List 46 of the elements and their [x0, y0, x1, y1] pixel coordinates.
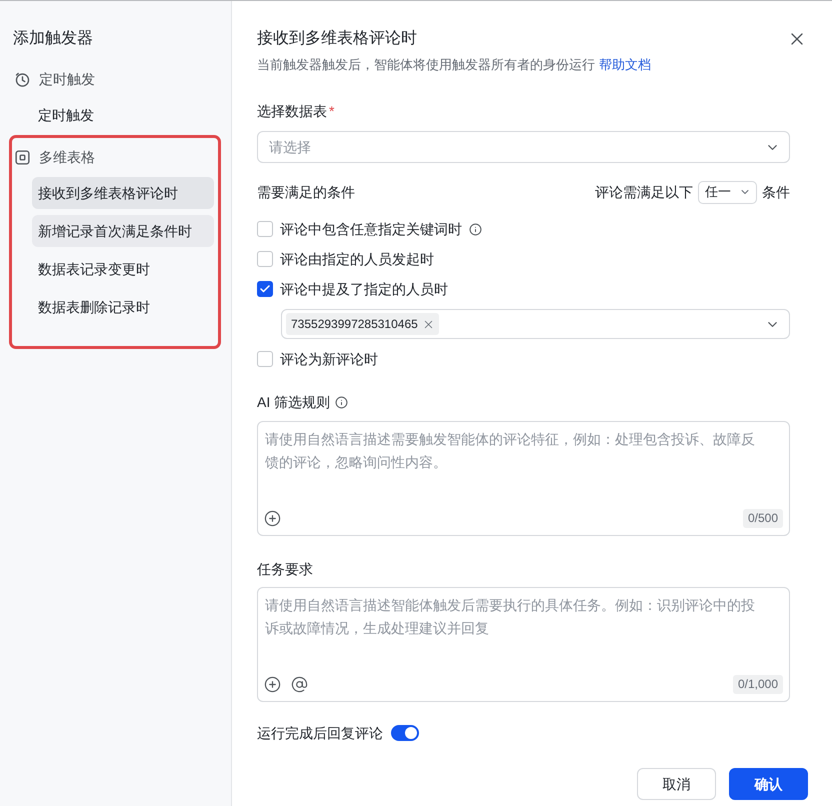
clock-icon [15, 72, 30, 86]
prompt-input[interactable]: 请使用自然语言描述需要触发智能体的评论特征，例如：处理包含投诉、故障反馈的评论，忽略询问性内容。 [258, 422, 789, 509]
checkbox[interactable] [257, 251, 273, 267]
checkbox[interactable] [257, 281, 273, 297]
checkbox[interactable] [257, 351, 273, 367]
group-label: 定时触发 [39, 70, 95, 89]
at-sign-icon[interactable] [291, 676, 308, 693]
field-label: AI 筛选规则 [257, 393, 330, 412]
trigger-item[interactable]: 新增记录首次满足条件时 [32, 215, 214, 247]
match-prefix: 评论需满足以下 [595, 183, 693, 202]
match-select[interactable]: 任一 [698, 180, 757, 204]
prompt-field[interactable]: 请使用自然语言描述智能体触发后需要执行的具体任务。例如：识别评论中的投诉或故障情况，生成处理建议并回复 0/1,000 [257, 587, 790, 702]
trigger-item[interactable]: 接收到多维表格评论时 [32, 177, 214, 209]
prompt-field[interactable]: 请使用自然语言描述需要触发智能体的评论特征，例如：处理包含投诉、故障反馈的评论，忽略询问性内容。 0/500 [257, 421, 790, 536]
char-counter: 0/500 [742, 509, 783, 528]
trigger-item[interactable]: 数据表记录变更时 [32, 253, 214, 285]
condition-label[interactable]: 评论中提及了指定的人员时 [280, 278, 448, 300]
trigger-item[interactable]: 数据表删除记录时 [32, 291, 214, 323]
dialog-title: 接收到多维表格评论时 [257, 28, 417, 49]
toggle-label: 运行完成后回复评论 [257, 724, 383, 743]
confirm-button[interactable]: 确认 [729, 768, 808, 800]
prompt-input[interactable]: 请使用自然语言描述智能体触发后需要执行的具体任务。例如：识别评论中的投诉或故障情况，生成处理建议并回复 [258, 588, 789, 675]
condition-label[interactable]: 评论由指定的人员发起时 [280, 248, 434, 270]
info-icon[interactable] [469, 222, 482, 236]
checkbox[interactable] [257, 221, 273, 237]
plus-circle-icon[interactable] [264, 510, 281, 527]
section-label: 需要满足的条件 [257, 183, 355, 202]
condition-label[interactable]: 评论中包含任意指定关键词时 [280, 218, 462, 240]
field-label: 选择数据表 [257, 102, 327, 121]
help-link[interactable]: 帮助文档 [599, 55, 651, 75]
match-suffix: 条件 [762, 183, 790, 202]
trigger-item[interactable]: 定时触发 [32, 99, 214, 131]
cancel-button[interactable]: 取消 [637, 768, 716, 800]
char-counter: 0/1,000 [732, 675, 783, 694]
field-label: 任务要求 [257, 560, 313, 579]
reply-toggle[interactable] [391, 725, 419, 741]
group-label: 多维表格 [39, 148, 95, 167]
check-icon [259, 283, 271, 295]
info-icon[interactable] [335, 396, 348, 408]
condition-label[interactable]: 评论为新评论时 [280, 348, 378, 370]
dialog-subtitle: 当前触发器触发后，智能体将使用触发器所有者的身份运行 [257, 56, 595, 74]
plus-circle-icon[interactable] [264, 676, 281, 693]
people-select[interactable]: 7355293997285310465 [281, 309, 790, 339]
sidebar-title: 添加触发器 [13, 28, 94, 49]
required-mark: * [329, 102, 334, 121]
tag-text: 7355293997285310465 [291, 316, 418, 333]
